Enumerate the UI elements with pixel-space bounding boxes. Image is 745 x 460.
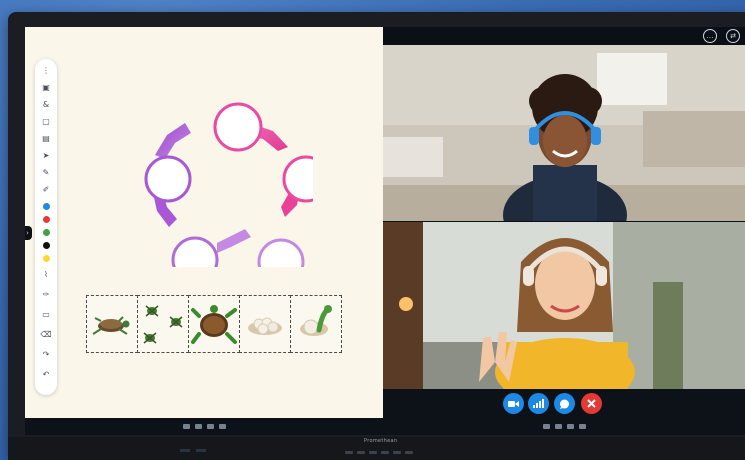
cycle-node-bottom-left[interactable]	[171, 236, 219, 267]
participant-video-boy[interactable]	[383, 45, 745, 221]
pen-color-swatch[interactable]	[39, 201, 53, 212]
save-icon[interactable]: ▣	[39, 82, 53, 93]
indicator	[180, 449, 190, 452]
chat-bubble-icon	[559, 399, 570, 409]
image-icon[interactable]: ▢	[39, 116, 53, 127]
pen-color-swatch[interactable]	[39, 214, 53, 225]
sticky-note-icon[interactable]: ▭	[39, 309, 53, 320]
camera-button[interactable]	[503, 393, 524, 414]
front-button[interactable]	[345, 451, 353, 454]
footer-control[interactable]	[566, 424, 574, 429]
chat-bubble-button[interactable]	[554, 393, 575, 414]
select-pointer-icon[interactable]: ➤	[39, 150, 53, 161]
end-call-icon	[587, 399, 596, 408]
pen-color-swatch[interactable]	[39, 240, 53, 251]
front-button[interactable]	[381, 451, 389, 454]
front-panel-buttons	[345, 449, 425, 456]
card-eggs[interactable]	[239, 295, 291, 353]
card-hatching-egg[interactable]	[290, 295, 342, 353]
card-baby-turtles[interactable]	[137, 295, 189, 353]
footer-control[interactable]	[218, 424, 226, 429]
baby-turtles-image	[143, 305, 183, 344]
signal-bars-button[interactable]	[528, 393, 549, 414]
indicator	[196, 449, 206, 452]
color-dot	[42, 242, 50, 249]
pen-color-swatch[interactable]	[39, 227, 53, 238]
footer-control[interactable]	[578, 424, 586, 429]
swap-layout-icon[interactable]: ⇄	[726, 29, 740, 43]
call-controls-bar	[383, 389, 745, 418]
eggs-image	[248, 317, 282, 335]
cycle-node-right[interactable]	[282, 155, 313, 203]
footer-control[interactable]	[182, 424, 190, 429]
pages-icon[interactable]: ▤	[39, 133, 53, 144]
pen-icon[interactable]: ✎	[39, 167, 53, 178]
color-dot	[42, 255, 50, 262]
front-button[interactable]	[405, 451, 413, 454]
front-button[interactable]	[357, 451, 365, 454]
highlighter-icon[interactable]: ⌇	[39, 269, 53, 280]
footer-control[interactable]	[206, 424, 214, 429]
life-cycle-diagram	[144, 102, 313, 267]
hatching-egg-image	[300, 305, 332, 336]
display-screen: ⋮ ▣ & ▢ ▤ ➤ ✎ ✐ ⌇ ✑ ▭ ⌫ ↷ ↶ › … ⇄	[25, 27, 745, 435]
participant-boy-frame	[383, 45, 745, 221]
side-menu-handle[interactable]: ›	[25, 226, 32, 240]
front-indicator-strip	[180, 449, 206, 452]
video-footer-bar	[383, 418, 745, 435]
color-dot	[42, 203, 50, 210]
undo-icon[interactable]: ↶	[39, 369, 53, 380]
card-turtle-hatchling[interactable]	[86, 295, 138, 353]
color-dot	[42, 229, 50, 236]
more-vertical-icon[interactable]: ⋮	[39, 65, 53, 76]
card-adult-turtle[interactable]	[188, 295, 240, 353]
camera-icon	[508, 400, 519, 408]
redo-icon[interactable]: ↷	[39, 349, 53, 360]
video-call-panel: … ⇄	[383, 27, 745, 435]
footer-control[interactable]	[554, 424, 562, 429]
end-call-button[interactable]	[581, 393, 602, 414]
brand-logo: Promethean	[364, 438, 398, 444]
video-call-topbar: … ⇄	[383, 27, 745, 45]
more-options-icon[interactable]: …	[703, 29, 717, 43]
whiteboard-footer-bar	[25, 418, 383, 435]
cycle-arrow-top-left	[155, 123, 191, 159]
front-button[interactable]	[393, 451, 401, 454]
signal-bars-icon	[533, 399, 544, 408]
participant-girl-frame	[383, 222, 745, 389]
cycle-node-left[interactable]	[144, 155, 192, 203]
cycle-node-top[interactable]	[213, 102, 263, 152]
eraser-icon[interactable]: ✑	[39, 289, 53, 300]
adult-turtle-image	[191, 305, 237, 344]
whiteboard-toolbar: ⋮ ▣ & ▢ ▤ ➤ ✎ ✐ ⌇ ✑ ▭ ⌫ ↷ ↶	[35, 59, 57, 395]
text-recognition-icon[interactable]: &	[39, 99, 53, 110]
pen-color-swatch[interactable]	[39, 253, 53, 264]
participant-video-girl[interactable]	[383, 222, 745, 389]
cycle-arrow-bottom	[217, 229, 251, 253]
delete-icon[interactable]: ⌫	[39, 329, 53, 340]
turtle-hatchling-image	[92, 316, 130, 335]
cycle-node-bottom-right[interactable]	[257, 238, 305, 267]
footer-control[interactable]	[542, 424, 550, 429]
footer-control[interactable]	[194, 424, 202, 429]
marker-icon[interactable]: ✐	[39, 184, 53, 195]
whiteboard-canvas[interactable]: ⋮ ▣ & ▢ ▤ ➤ ✎ ✐ ⌇ ✑ ▭ ⌫ ↷ ↶	[25, 27, 383, 418]
color-dot	[42, 216, 50, 223]
front-button[interactable]	[369, 451, 377, 454]
